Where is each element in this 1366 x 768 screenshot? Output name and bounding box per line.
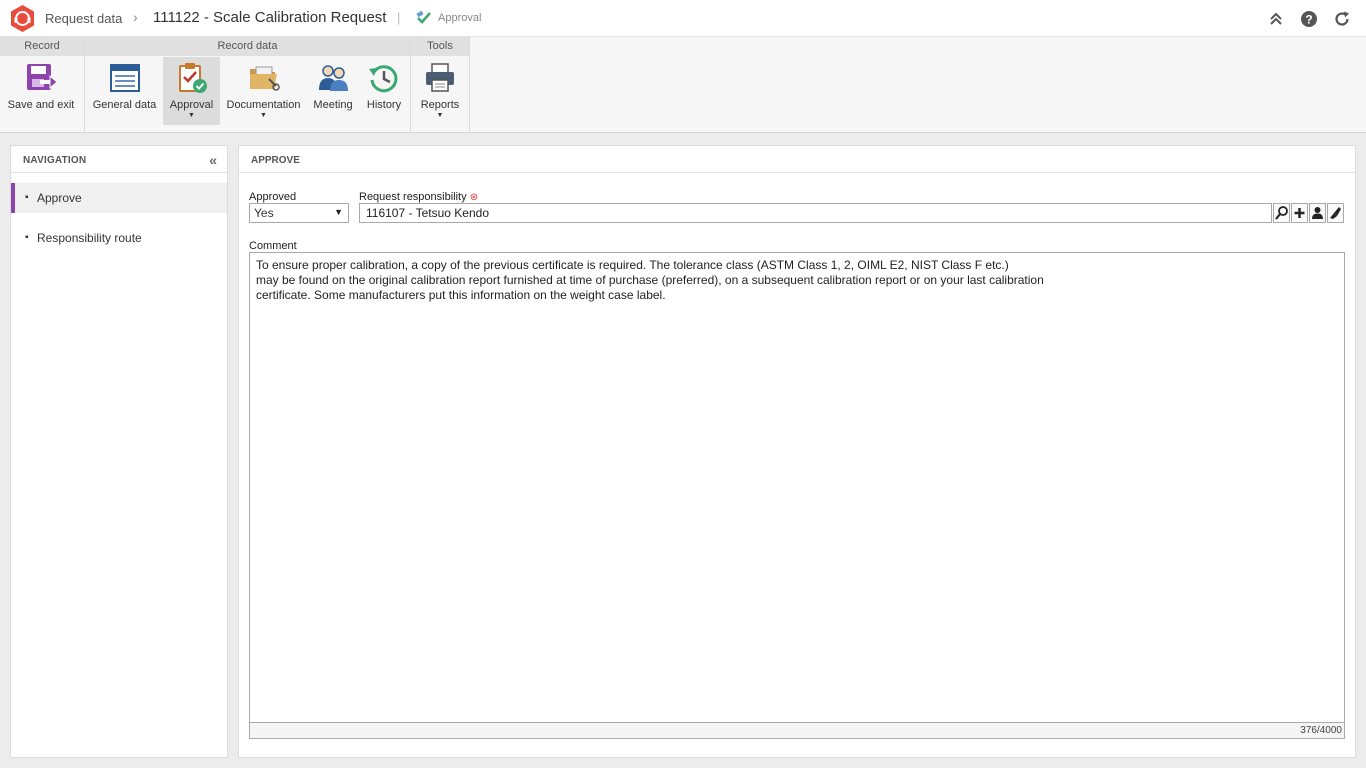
logo-icon[interactable] (8, 4, 37, 33)
breadcrumb-section[interactable]: Request data (45, 11, 122, 26)
plus-icon (1294, 208, 1305, 218)
dropdown-arrow-icon: ▼ (334, 207, 343, 217)
history-button[interactable]: History (362, 57, 406, 125)
ribbon-group-record: Record (0, 37, 84, 56)
save-exit-icon (27, 64, 58, 90)
printer-icon (426, 63, 454, 92)
page-title: 111122 - Scale Calibration Request (153, 9, 387, 26)
breadcrumb-chevron-icon: › (133, 9, 138, 25)
nav-item-label: Responsibility route (37, 231, 142, 245)
reports-label: Reports (420, 99, 460, 111)
top-bar: Request data › 111122 - Scale Calibratio… (0, 0, 1366, 37)
save-and-exit-label: Save and exit (7, 99, 75, 111)
general-data-icon (109, 64, 140, 92)
nav-item-responsibility-route[interactable]: ▪ Responsibility route (11, 223, 227, 253)
comment-text: To ensure proper calibration, a copy of … (256, 258, 1044, 302)
documentation-icon (249, 66, 280, 91)
approved-value: Yes (254, 206, 274, 220)
svg-text:?: ? (1305, 13, 1312, 27)
navigation-panel: NAVIGATION « ▪ Approve ▪ Responsibility … (10, 145, 228, 758)
ribbon-group-tools: Tools (411, 37, 469, 56)
search-icon (1275, 206, 1288, 220)
request-responsibility-value: 116107 - Tetsuo Kendo (366, 206, 489, 220)
add-button[interactable] (1291, 203, 1308, 223)
bullet-icon: ▪ (25, 192, 29, 203)
general-data-button[interactable]: General data (89, 57, 160, 125)
status-label: Approval (438, 12, 482, 24)
request-responsibility-label-text: Request responsibility (359, 191, 467, 203)
approve-header: APPROVE (239, 146, 1355, 173)
meeting-button[interactable]: Meeting (310, 57, 356, 125)
breadcrumb-divider: | (397, 10, 401, 25)
approval-button[interactable]: Approval ▼ (163, 57, 220, 125)
refresh-icon[interactable] (1333, 10, 1351, 28)
character-counter: 376/4000 (1300, 725, 1342, 736)
approved-label: Approved (249, 191, 297, 203)
collapse-left-icon[interactable]: « (209, 152, 217, 168)
approve-panel: APPROVE Approved Yes ▼ Request responsib… (238, 145, 1356, 758)
required-icon: ⊛ (469, 192, 479, 203)
nav-item-approve[interactable]: ▪ Approve (11, 183, 227, 213)
meeting-label: Meeting (313, 99, 353, 111)
ribbon-toolbar: Record Record data Tools Save and exit G… (0, 37, 1366, 133)
dropdown-caret-icon: ▼ (188, 112, 195, 119)
clear-button[interactable] (1327, 203, 1344, 223)
search-button[interactable] (1273, 203, 1290, 223)
eraser-icon (1330, 207, 1341, 219)
approved-select[interactable]: Yes ▼ (249, 203, 349, 223)
ribbon-divider (84, 37, 85, 133)
ribbon-divider (469, 37, 470, 133)
comment-textarea[interactable]: To ensure proper calibration, a copy of … (249, 252, 1345, 739)
approval-status-icon (416, 10, 431, 24)
chevron-double-up-icon[interactable] (1267, 10, 1285, 28)
approve-title: APPROVE (251, 155, 300, 166)
nav-item-label: Approve (37, 191, 82, 205)
approval-label: Approval (169, 99, 214, 111)
request-responsibility-field[interactable]: 116107 - Tetsuo Kendo (359, 203, 1272, 223)
request-responsibility-label: Request responsibility ⊛ (359, 191, 478, 203)
help-icon[interactable]: ? (1300, 10, 1318, 28)
history-label: History (366, 99, 402, 111)
approval-icon (178, 63, 207, 93)
navigation-header: NAVIGATION « (11, 146, 227, 173)
dropdown-caret-icon: ▼ (436, 112, 444, 119)
documentation-label: Documentation (226, 99, 301, 111)
general-data-label: General data (92, 99, 157, 111)
ribbon-group-record-data: Record data (85, 37, 410, 56)
user-button[interactable] (1309, 203, 1326, 223)
meeting-icon (319, 65, 348, 91)
navigation-title: NAVIGATION (23, 155, 87, 166)
user-icon (1312, 207, 1323, 219)
documentation-button[interactable]: Documentation ▼ (224, 57, 303, 125)
ribbon-divider (410, 37, 411, 133)
character-counter-bar: 376/4000 (249, 722, 1345, 739)
comment-label: Comment (249, 240, 297, 252)
save-and-exit-button[interactable]: Save and exit (4, 57, 78, 125)
history-icon (369, 65, 398, 93)
reports-button[interactable]: Reports ▼ (416, 57, 464, 125)
bullet-icon: ▪ (25, 232, 29, 243)
dropdown-caret-icon: ▼ (260, 112, 267, 119)
